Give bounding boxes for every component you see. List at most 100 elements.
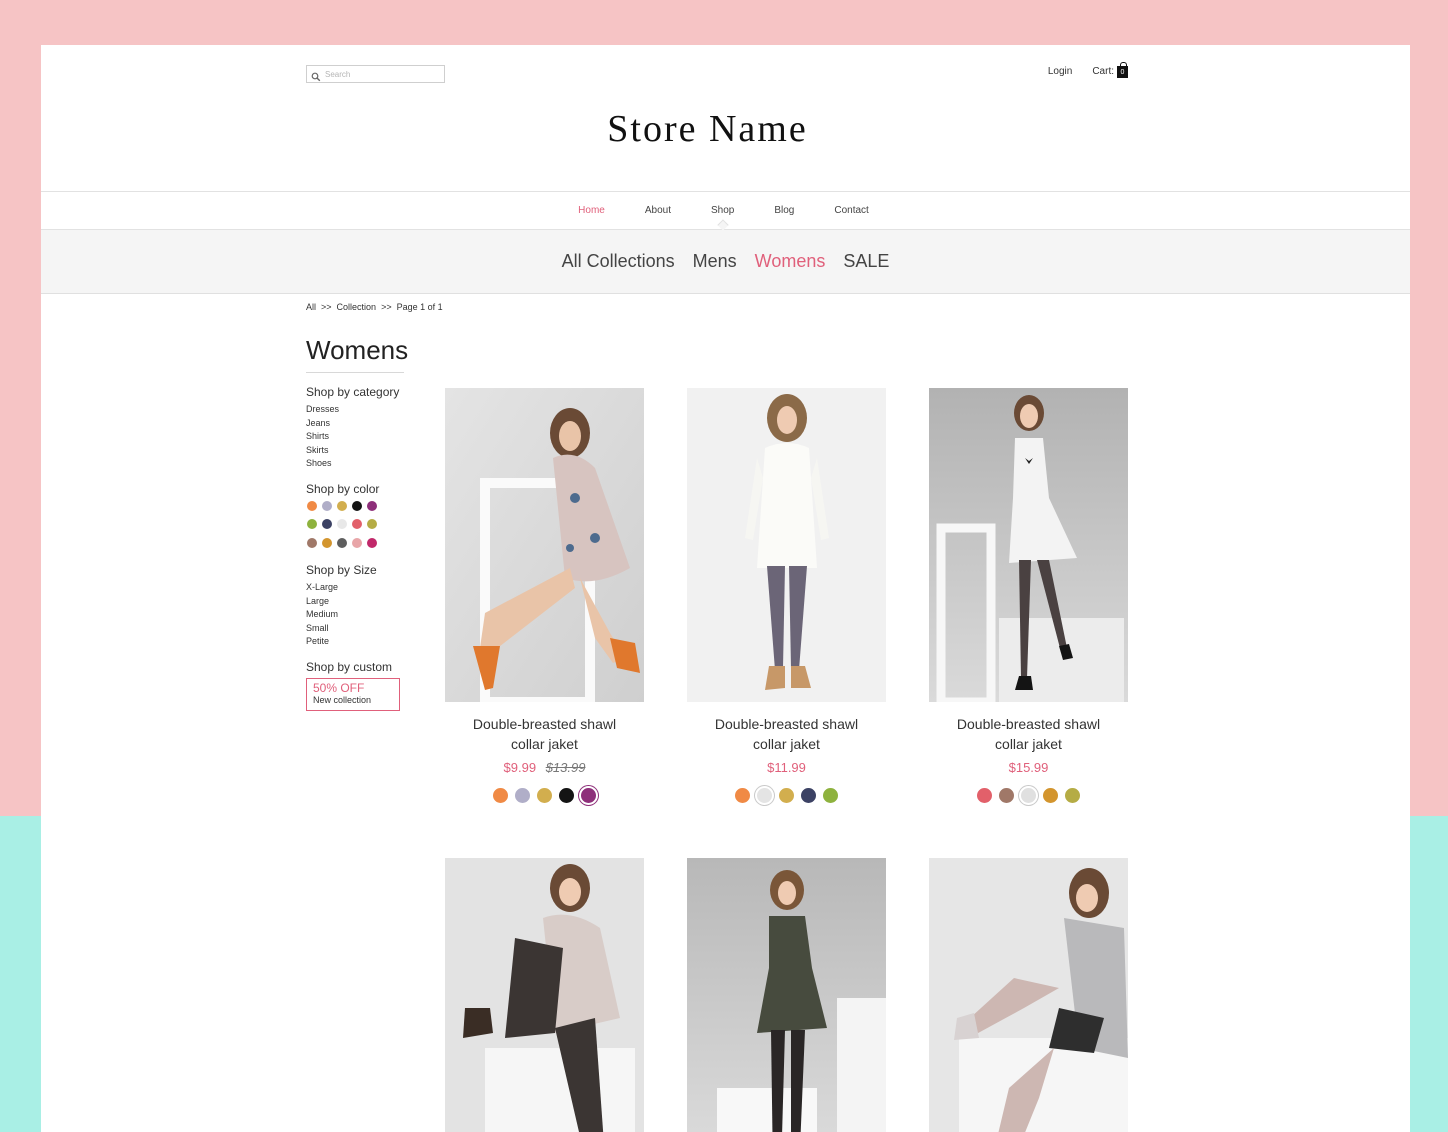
product-color-options bbox=[445, 788, 644, 803]
promo-badge[interactable]: 50% OFF New collection bbox=[306, 677, 400, 711]
login-link[interactable]: Login bbox=[1048, 66, 1072, 77]
cart-label: Cart: bbox=[1092, 66, 1114, 77]
size-item[interactable]: Large bbox=[306, 595, 426, 609]
filter-sidebar: Shop by category Dresses Jeans Shirts Sk… bbox=[306, 385, 426, 711]
product-name-line: Double-breasted shawl bbox=[714, 716, 859, 732]
page-title: Womens bbox=[306, 335, 408, 373]
subnav-all-collections[interactable]: All Collections bbox=[562, 251, 675, 272]
store-name-logo[interactable]: Store Name bbox=[41, 107, 1374, 151]
product-color-swatch[interactable] bbox=[559, 788, 574, 803]
product-photo[interactable] bbox=[687, 388, 886, 702]
product-name-line: collar jaket bbox=[753, 736, 820, 752]
size-item[interactable]: Small bbox=[306, 622, 426, 636]
size-item[interactable]: Petite bbox=[306, 635, 426, 649]
product-photo[interactable] bbox=[929, 388, 1128, 702]
product-name[interactable]: Double-breasted shawl collar jaket bbox=[929, 714, 1128, 754]
product-color-swatch[interactable] bbox=[493, 788, 508, 803]
product-price: $15.99 bbox=[929, 760, 1128, 775]
size-item[interactable]: X-Large bbox=[306, 581, 426, 595]
product-photo[interactable] bbox=[929, 858, 1128, 1132]
color-swatch[interactable] bbox=[367, 500, 377, 511]
nav-home[interactable]: Home bbox=[578, 205, 605, 216]
breadcrumb-collection[interactable]: Collection bbox=[337, 302, 377, 312]
product-name-line: collar jaket bbox=[511, 736, 578, 752]
product-color-swatch[interactable] bbox=[1021, 788, 1036, 803]
collection-nav: All Collections Mens Womens SALE bbox=[41, 230, 1410, 294]
subnav-mens[interactable]: Mens bbox=[693, 251, 737, 272]
cart-link[interactable]: Cart: 0 bbox=[1092, 62, 1128, 78]
category-item[interactable]: Dresses bbox=[306, 403, 426, 417]
color-swatch[interactable] bbox=[322, 519, 332, 530]
product-color-swatch[interactable] bbox=[801, 788, 816, 803]
product-card[interactable] bbox=[929, 858, 1128, 1132]
product-name[interactable]: Double-breasted shawl collar jaket bbox=[445, 714, 644, 754]
size-list: X-Large Large Medium Small Petite bbox=[306, 581, 426, 649]
color-swatch[interactable] bbox=[337, 519, 347, 530]
subnav-sale[interactable]: SALE bbox=[843, 251, 889, 272]
nav-shop-caret bbox=[716, 219, 729, 231]
product-name-line: Double-breasted shawl bbox=[956, 716, 1101, 732]
nav-contact[interactable]: Contact bbox=[834, 205, 868, 216]
product-color-swatch[interactable] bbox=[581, 788, 596, 803]
promo-discount: 50% OFF bbox=[313, 680, 365, 695]
custom-heading: Shop by custom bbox=[306, 659, 393, 674]
nav-shop[interactable]: Shop bbox=[711, 205, 734, 231]
breadcrumb-all[interactable]: All bbox=[306, 302, 316, 312]
category-item[interactable]: Skirts bbox=[306, 444, 426, 458]
product-color-swatch[interactable] bbox=[1043, 788, 1058, 803]
search-icon bbox=[311, 69, 321, 82]
breadcrumb: All >> Collection >> Page 1 of 1 bbox=[306, 302, 443, 312]
category-heading: Shop by category bbox=[306, 385, 400, 399]
product-color-swatch[interactable] bbox=[515, 788, 530, 803]
breadcrumb-page: Page 1 of 1 bbox=[396, 302, 443, 312]
color-swatch[interactable] bbox=[307, 519, 317, 530]
nav-blog[interactable]: Blog bbox=[774, 205, 794, 216]
color-swatch[interactable] bbox=[352, 500, 362, 511]
category-list: Dresses Jeans Shirts Skirts Shoes bbox=[306, 403, 426, 471]
product-color-swatch[interactable] bbox=[757, 788, 772, 803]
search-input[interactable] bbox=[325, 69, 435, 79]
color-swatch[interactable] bbox=[352, 537, 362, 548]
product-photo[interactable] bbox=[445, 858, 644, 1132]
product-color-swatch[interactable] bbox=[999, 788, 1014, 803]
product-name[interactable]: Double-breasted shawl collar jaket bbox=[687, 714, 886, 754]
product-card[interactable] bbox=[445, 858, 644, 1132]
color-swatch[interactable] bbox=[307, 500, 317, 511]
product-photo[interactable] bbox=[445, 388, 644, 702]
product-price: $11.99 bbox=[687, 760, 886, 775]
product-color-swatch[interactable] bbox=[1065, 788, 1080, 803]
product-color-swatch[interactable] bbox=[977, 788, 992, 803]
color-swatch[interactable] bbox=[307, 537, 317, 548]
product-color-swatch[interactable] bbox=[735, 788, 750, 803]
product-card[interactable] bbox=[687, 858, 886, 1132]
color-swatch[interactable] bbox=[337, 537, 347, 548]
product-photo[interactable] bbox=[687, 858, 886, 1132]
color-swatch[interactable] bbox=[322, 537, 332, 548]
product-card[interactable]: Double-breasted shawl collar jaket $9.99… bbox=[445, 388, 644, 803]
size-item[interactable]: Medium bbox=[306, 608, 426, 622]
color-swatch[interactable] bbox=[367, 519, 377, 530]
product-name-line: collar jaket bbox=[995, 736, 1062, 752]
product-price: $9.99 $13.99 bbox=[445, 760, 644, 775]
subnav-womens[interactable]: Womens bbox=[755, 251, 826, 272]
search-box[interactable] bbox=[306, 65, 445, 83]
nav-about[interactable]: About bbox=[645, 205, 671, 216]
color-swatch[interactable] bbox=[322, 500, 332, 511]
product-name-line: Double-breasted shawl bbox=[472, 716, 617, 732]
product-color-swatch[interactable] bbox=[779, 788, 794, 803]
category-item[interactable]: Shoes bbox=[306, 457, 426, 471]
category-item[interactable]: Shirts bbox=[306, 430, 426, 444]
original-price: $13.99 bbox=[545, 760, 586, 775]
breadcrumb-separator: >> bbox=[381, 302, 392, 312]
product-color-swatch[interactable] bbox=[823, 788, 838, 803]
color-swatch[interactable] bbox=[337, 500, 347, 511]
main-nav: Home About Shop Blog Contact bbox=[41, 191, 1410, 231]
color-swatch[interactable] bbox=[367, 537, 377, 548]
category-item[interactable]: Jeans bbox=[306, 417, 426, 431]
product-color-swatch[interactable] bbox=[537, 788, 552, 803]
color-swatch[interactable] bbox=[352, 519, 362, 530]
breadcrumb-separator: >> bbox=[321, 302, 332, 312]
product-card[interactable]: Double-breasted shawl collar jaket $11.9… bbox=[687, 388, 886, 803]
current-price: $9.99 bbox=[503, 760, 537, 775]
product-card[interactable]: Double-breasted shawl collar jaket $15.9… bbox=[929, 388, 1128, 803]
